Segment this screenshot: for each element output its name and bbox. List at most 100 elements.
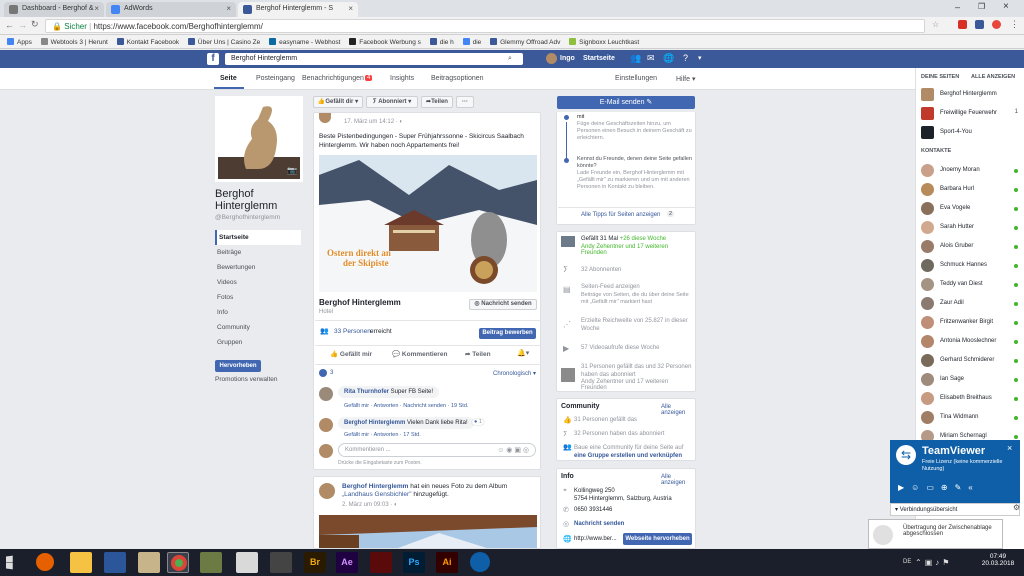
bridge-icon[interactable]: Br bbox=[304, 552, 326, 573]
sort-dropdown[interactable]: Chronologisch ▾ bbox=[493, 370, 536, 377]
back-icon[interactable]: ← bbox=[5, 20, 14, 30]
photoshop-icon[interactable]: Ps bbox=[403, 552, 425, 573]
phone-number[interactable]: 0650 3931446 bbox=[574, 507, 612, 513]
likes-stat[interactable]: Gefällt 31 Mal +26 diese Woche bbox=[581, 236, 666, 242]
avatar[interactable] bbox=[319, 483, 335, 499]
bookmark[interactable]: Glemmy Offroad Adv bbox=[490, 38, 560, 46]
notifications-icon[interactable]: 🌐 bbox=[663, 53, 674, 64]
window-close-icon[interactable]: × bbox=[1003, 1, 1009, 12]
tab-settings[interactable]: Einstellungen bbox=[615, 75, 657, 82]
tab-inbox[interactable]: Posteingang bbox=[256, 75, 295, 82]
extension-icon[interactable] bbox=[975, 20, 984, 29]
app-icon[interactable] bbox=[138, 552, 160, 573]
sidebar-item-community[interactable]: Community bbox=[215, 320, 301, 335]
firefox-icon[interactable] bbox=[36, 553, 54, 571]
page-name[interactable]: Berghof Hinterglemm bbox=[319, 298, 401, 307]
search-input[interactable]: Berghof Hinterglemm bbox=[225, 53, 523, 65]
website-link[interactable]: http://www.ber... bbox=[574, 536, 617, 542]
more-button[interactable]: ··· bbox=[456, 96, 474, 108]
share-button[interactable]: ➦Teilen bbox=[421, 96, 453, 108]
chevron-down-icon[interactable]: ▾ bbox=[698, 54, 702, 62]
share-post-button[interactable]: ➦ Teilen bbox=[465, 350, 491, 358]
avatar[interactable] bbox=[319, 113, 331, 123]
connections-overview[interactable]: ▾ Verbindungsübersicht bbox=[890, 503, 1020, 516]
liked-button[interactable]: 👍Gefällt dir ▾ bbox=[313, 96, 363, 108]
settings-icon[interactable]: ⚙ bbox=[1013, 503, 1020, 512]
clipboard-toast[interactable]: Übertragung der Zwischenablage abgeschlo… bbox=[868, 519, 1003, 549]
promote-button[interactable]: Hervorheben bbox=[215, 360, 261, 372]
contact-row[interactable]: Fritzenwanker Birgit bbox=[921, 314, 1021, 332]
sidebar-item-photos[interactable]: Fotos bbox=[215, 290, 301, 305]
comment-like-count[interactable]: ● 1 bbox=[472, 419, 484, 425]
contact-row[interactable]: Alois Gruber bbox=[921, 238, 1021, 256]
home-link[interactable]: Startseite bbox=[583, 55, 615, 62]
contact-row[interactable]: Elisabeth Breithaus bbox=[921, 390, 1021, 408]
tab-insights[interactable]: Insights bbox=[390, 75, 414, 82]
sidebar-item-posts[interactable]: Beiträge bbox=[215, 245, 301, 260]
camera-icon[interactable]: 📷 bbox=[287, 166, 297, 175]
contact-row[interactable]: Gerhard Schmiderer bbox=[921, 352, 1021, 370]
tab-page[interactable]: Seite bbox=[220, 75, 237, 82]
post-image[interactable] bbox=[319, 515, 537, 548]
community-show-all[interactable]: Alle anzeigen bbox=[661, 404, 695, 416]
comment-button[interactable]: 💬 Kommentieren bbox=[392, 350, 447, 358]
info-show-all[interactable]: Alle anzeigen bbox=[661, 474, 695, 486]
search-icon[interactable]: ⌕ bbox=[508, 55, 512, 63]
minimize-icon[interactable]: – bbox=[955, 2, 960, 12]
browser-tab-dashboard[interactable]: Dashboard - Berghof & × bbox=[4, 2, 104, 17]
profile-link[interactable]: Ingo bbox=[560, 55, 575, 62]
tab-notifications[interactable]: Benachrichtigungen bbox=[302, 75, 364, 82]
chrome-icon[interactable] bbox=[167, 552, 189, 573]
bookmark[interactable]: easyname - Webhost bbox=[269, 38, 340, 46]
bookmark[interactable]: Signboxx Leuchtkast bbox=[569, 38, 639, 46]
bookmark[interactable]: Facebook Werbung s bbox=[349, 38, 421, 46]
sidebar-item-groups[interactable]: Gruppen bbox=[215, 335, 301, 350]
tab-post-options[interactable]: Beitragsoptionen bbox=[431, 75, 484, 82]
avatar[interactable] bbox=[546, 53, 557, 64]
avatar[interactable] bbox=[319, 418, 333, 432]
facebook-logo[interactable]: f bbox=[207, 53, 219, 65]
page-row[interactable]: Freiwillige Feuerwehr 1 bbox=[921, 105, 1021, 123]
close-icon[interactable]: × bbox=[1007, 443, 1012, 453]
tab-help[interactable]: Hilfe ▾ bbox=[676, 75, 695, 83]
send-message-link[interactable]: Nachricht senden bbox=[574, 521, 624, 527]
comment-actions[interactable]: Gefällt mir · Antworten · Nachricht send… bbox=[344, 403, 468, 409]
post-menu-icon[interactable]: 🔔▾ bbox=[517, 349, 529, 357]
contact-row[interactable]: Jnoemy Moran bbox=[921, 162, 1021, 180]
explorer-icon[interactable] bbox=[70, 552, 92, 573]
comment-author[interactable]: Rita Thurnhofer bbox=[344, 389, 389, 395]
teamviewer-toolbar-icons[interactable]: ▶☺▭⊕✎« bbox=[898, 483, 980, 492]
reach-stat[interactable]: Erzielte Reichweite von 25.827 in dieser… bbox=[581, 317, 693, 333]
app-icon[interactable] bbox=[200, 552, 222, 573]
post-date[interactable]: 17. März um 14:12 · ◐ bbox=[344, 119, 403, 125]
reload-icon[interactable]: ↻ bbox=[31, 19, 39, 30]
extension-icon[interactable] bbox=[992, 20, 1001, 29]
comment-emoji-icons[interactable]: ☺ ◉ ▣ ◎ bbox=[497, 446, 529, 454]
page-row[interactable]: Berghof Hinterglemm bbox=[921, 86, 1021, 104]
sidebar-item-home[interactable]: Startseite bbox=[215, 230, 301, 245]
help-icon[interactable]: ? bbox=[683, 53, 688, 63]
word-icon[interactable] bbox=[104, 552, 126, 573]
contact-row[interactable]: Zaur Adil bbox=[921, 295, 1021, 313]
avatar[interactable] bbox=[319, 444, 333, 458]
illustrator-icon[interactable]: Ai bbox=[436, 552, 458, 573]
create-group-link[interactable]: eine Gruppe erstellen und verknüpfen bbox=[574, 453, 682, 459]
pages-show-all[interactable]: ALLE ANZEIGEN bbox=[971, 74, 1015, 80]
post-date[interactable]: 2. März um 09:03 · ◐ bbox=[342, 502, 398, 508]
bookmark[interactable]: Webtools 3 | Herunt bbox=[40, 38, 108, 46]
all-tips-link[interactable]: Alle Tipps für Seiten anzeigen bbox=[581, 212, 660, 218]
sidebar-item-reviews[interactable]: Bewertungen bbox=[215, 260, 301, 275]
contact-row[interactable]: Barbara Hurl bbox=[921, 181, 1021, 199]
sidebar-item-info[interactable]: Info bbox=[215, 305, 301, 320]
boost-post-button[interactable]: Beitrag bewerben bbox=[479, 328, 536, 339]
close-icon[interactable]: × bbox=[94, 4, 99, 13]
promote-website-button[interactable]: Webseite hervorheben bbox=[623, 533, 692, 545]
post-author[interactable]: Berghof Hinterglemm bbox=[342, 483, 408, 490]
app-icon[interactable] bbox=[236, 552, 258, 573]
app-icon[interactable] bbox=[270, 552, 292, 573]
comment-actions[interactable]: Gefällt mir · Antworten · 17 Std. bbox=[344, 432, 421, 438]
comment-input[interactable]: Kommentieren ... ☺ ◉ ▣ ◎ bbox=[338, 443, 536, 457]
tray-icons[interactable]: ⌃▣♪⚑ bbox=[915, 558, 952, 567]
close-icon[interactable]: × bbox=[226, 4, 231, 13]
avatar[interactable] bbox=[319, 387, 333, 401]
